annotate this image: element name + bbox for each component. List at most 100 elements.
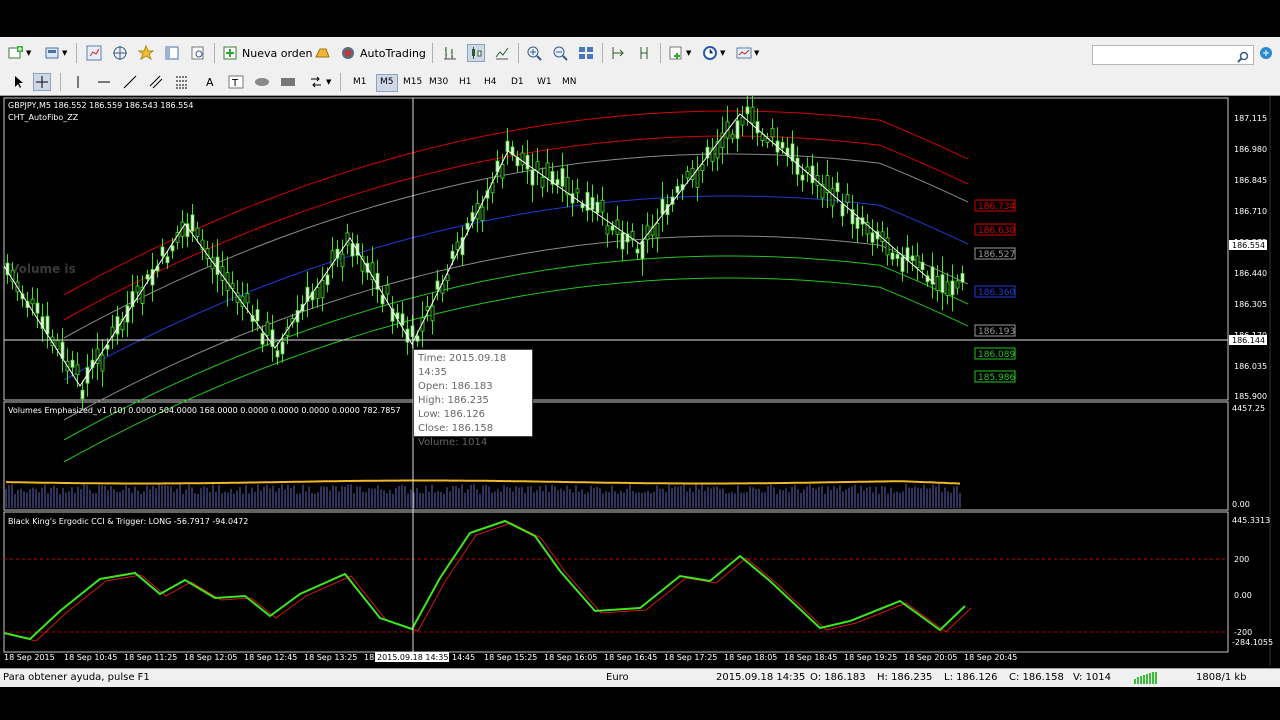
ellipse-button[interactable] (254, 71, 270, 93)
candle-body (940, 274, 945, 293)
new-order-label: Nueva orden (242, 46, 313, 60)
candle-body (520, 152, 525, 166)
new-order-button[interactable]: Nueva orden (222, 42, 313, 64)
candle-body (530, 169, 535, 186)
candle-body (810, 165, 815, 184)
zigzag-line (3, 113, 936, 387)
candlestick-button[interactable] (467, 42, 485, 64)
candle-body (915, 255, 920, 268)
autoscroll-button[interactable] (610, 42, 626, 64)
text-button[interactable]: A (202, 71, 218, 93)
candle-body (570, 193, 575, 204)
profiles-button[interactable]: ▼ (44, 42, 67, 64)
candle-body (660, 198, 665, 215)
cci-axis-label: -284.1055 (1232, 638, 1273, 647)
cursor-button[interactable] (10, 71, 26, 93)
dropdown-arrow-icon: ▼ (754, 49, 760, 57)
price-label: 186.710 (1234, 207, 1267, 216)
ohlc-tooltip: Time: 2015.09.18 14:35 Open: 186.183 Hig… (413, 349, 533, 448)
dropdown-arrow-icon: ▼ (686, 49, 692, 57)
status-profile[interactable]: Euro (606, 672, 629, 683)
candle-body (350, 243, 355, 257)
search-input[interactable] (1092, 45, 1254, 65)
bar-chart-icon (442, 45, 458, 61)
crosshair-button[interactable] (33, 71, 51, 93)
terminal-button[interactable] (164, 42, 180, 64)
data-window-button[interactable] (112, 42, 128, 64)
timeframe-h4[interactable]: H4 (481, 74, 500, 90)
chart-window[interactable]: GBPJPY,M5 186.552 186.559 186.543 186.55… (0, 90, 1280, 666)
time-label: 18 Sep 19:25 (844, 653, 897, 662)
candle-body (160, 246, 165, 257)
candle-body (635, 248, 640, 254)
new-chart-button[interactable]: ▼ (8, 42, 31, 64)
timeframe-m5[interactable]: M5 (376, 74, 398, 92)
vertical-line-button[interactable] (70, 71, 86, 93)
candle-body (45, 315, 50, 335)
candle-body (840, 203, 845, 217)
candle-body (380, 294, 385, 305)
bottom-black-bar (0, 687, 1280, 720)
bar-chart-button[interactable] (442, 42, 458, 64)
rectangle-button[interactable] (280, 71, 296, 93)
candle-body (755, 121, 760, 134)
candle-body (320, 280, 325, 299)
crosshair-target-icon (112, 45, 128, 61)
timeframe-h1[interactable]: H1 (456, 74, 475, 90)
candle-body (800, 174, 805, 181)
chart-canvas[interactable]: GBPJPY,M5 186.552 186.559 186.543 186.55… (0, 90, 1280, 666)
separator (432, 43, 433, 63)
status-datetime: 2015.09.18 14:35 (716, 672, 806, 683)
volume-axis-bottom: 0.00 (1232, 500, 1250, 509)
band-value-labels: 186.734 186.630 186.527 186.360 186.193 … (974, 199, 1016, 383)
timeframe-mn[interactable]: MN (559, 74, 580, 90)
trendline-button[interactable] (122, 71, 138, 93)
text-label-button[interactable]: T (228, 71, 244, 93)
separator (340, 73, 341, 91)
arrows-button[interactable]: ▼ (308, 71, 331, 93)
market-watch-button[interactable] (86, 42, 102, 64)
line-chart-button[interactable] (494, 42, 510, 64)
tile-windows-button[interactable] (578, 42, 594, 64)
horizontal-line-button[interactable] (96, 71, 112, 93)
price-label: 186.305 (1234, 300, 1267, 309)
crosshair-price-label: 186.144 (1232, 336, 1265, 345)
channel-button[interactable] (148, 71, 164, 93)
zoom-out-button[interactable] (552, 42, 568, 64)
trendline-icon (122, 74, 138, 90)
navigator-button[interactable] (137, 42, 155, 64)
candle-body (795, 157, 800, 175)
vertical-line-icon (70, 74, 86, 90)
candle-body (735, 120, 740, 139)
time-label: 18 Sep 20:45 (964, 653, 1017, 662)
templates-button[interactable]: ▼ (736, 42, 759, 64)
candle-body (435, 280, 440, 290)
timeframe-w1[interactable]: W1 (534, 74, 555, 90)
candle-body (255, 309, 260, 322)
indicators-button[interactable]: ▼ (668, 42, 691, 64)
expert-advisor-button[interactable] (314, 42, 330, 64)
price-label: 186.980 (1234, 145, 1267, 154)
band-label: 186.527 (978, 250, 1015, 260)
zoom-in-button[interactable] (526, 42, 542, 64)
community-button[interactable] (1258, 42, 1274, 64)
fibonacci-button[interactable] (174, 71, 190, 93)
candle-body (535, 161, 540, 172)
autotrading-button[interactable]: AutoTrading (340, 42, 426, 64)
candle-body (935, 275, 940, 291)
text-a-icon: A (202, 74, 218, 90)
time-label: 18 Sep 15:25 (484, 653, 537, 662)
candle-body (955, 280, 960, 289)
strategy-tester-button[interactable] (190, 42, 206, 64)
chart-shift-button[interactable] (636, 42, 652, 64)
tooltip-close: Close: 186.158 (418, 423, 494, 434)
periods-button[interactable]: ▼ (702, 42, 725, 64)
timeframe-m1[interactable]: M1 (350, 74, 370, 90)
timeframe-d1[interactable]: D1 (508, 74, 527, 90)
candle-body (480, 206, 485, 221)
cci-axis-label: 445.3313 (1232, 516, 1270, 525)
price-label: 187.115 (1234, 114, 1267, 123)
candle-body (430, 305, 435, 322)
timeframe-m30[interactable]: M30 (426, 74, 451, 90)
timeframe-m15[interactable]: M15 (400, 74, 425, 90)
